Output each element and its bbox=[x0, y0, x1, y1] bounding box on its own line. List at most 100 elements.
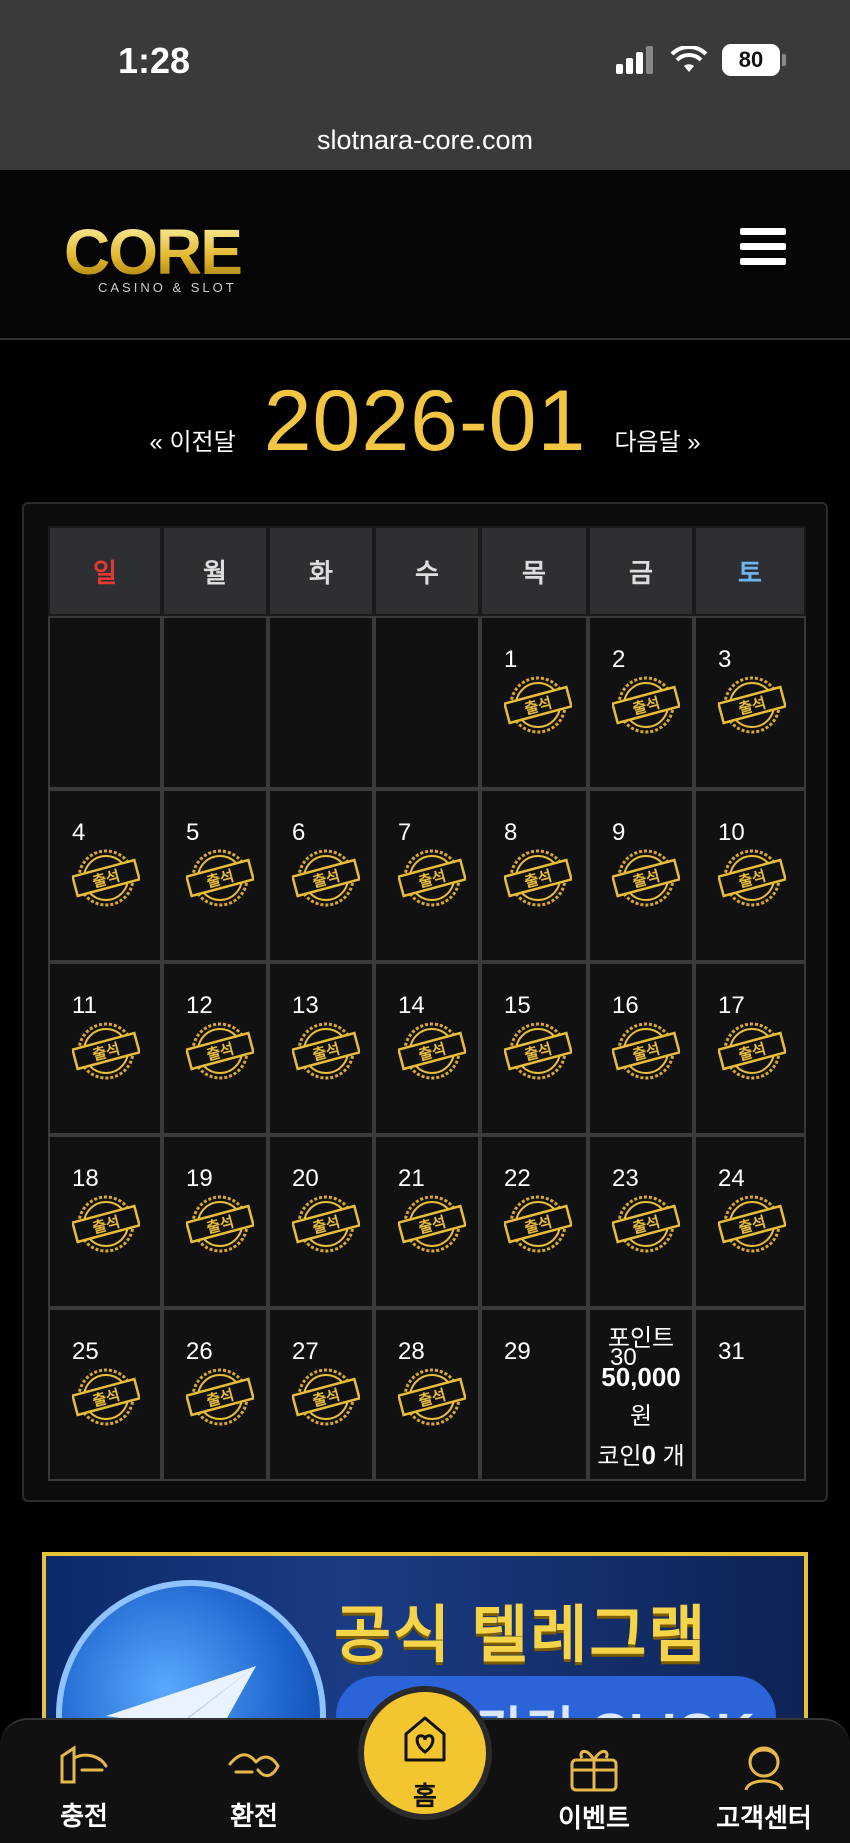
calendar-day-cell[interactable]: 25 출석 bbox=[48, 1308, 162, 1481]
calendar-day-cell[interactable] bbox=[162, 616, 268, 789]
calendar-day-cell[interactable]: 9 출석 bbox=[588, 789, 694, 962]
calendar-day-cell[interactable]: 18 출석 bbox=[48, 1135, 162, 1308]
banner-title: 공식 텔레그램 bbox=[334, 1601, 708, 1670]
day-number: 4 bbox=[72, 819, 86, 846]
calendar-day-cell[interactable]: 28 출석 bbox=[374, 1308, 480, 1481]
day-number: 26 bbox=[186, 1338, 213, 1365]
day-number: 9 bbox=[612, 819, 626, 846]
menu-icon[interactable] bbox=[740, 228, 786, 268]
day-number: 28 bbox=[398, 1338, 425, 1365]
calendar-day-cell[interactable] bbox=[48, 616, 162, 789]
bonus-points-label: 포인트 bbox=[607, 1325, 675, 1352]
calendar-day-cell[interactable]: 12 출석 bbox=[162, 962, 268, 1135]
calendar-day-cell[interactable]: 17 출석 bbox=[694, 962, 806, 1135]
day-number: 21 bbox=[398, 1165, 425, 1192]
day-number: 15 bbox=[504, 992, 531, 1019]
calendar-day-cell[interactable]: 20 출석 bbox=[268, 1135, 374, 1308]
day-number: 16 bbox=[612, 992, 639, 1019]
prev-month-link[interactable]: « 이전달 bbox=[149, 422, 235, 457]
headset-icon bbox=[744, 1746, 784, 1791]
calendar-day-cell[interactable]: 6 출석 bbox=[268, 789, 374, 962]
calendar-week-row: 18 출석 19 출석 20 출석 21 출석 22 출석 23 출석 24 출석 bbox=[48, 1135, 806, 1308]
next-month-link[interactable]: 다음달 » bbox=[614, 422, 700, 457]
calendar-day-cell[interactable]: 11 출석 bbox=[48, 962, 162, 1135]
day-number: 2 bbox=[612, 646, 626, 673]
calendar-day-cell[interactable]: 3 출석 bbox=[694, 616, 806, 789]
day-number: 19 bbox=[186, 1165, 213, 1192]
day-number: 20 bbox=[292, 1165, 319, 1192]
calendar-day-cell[interactable]: 1 출석 bbox=[480, 616, 588, 789]
calendar-week-row: 11 출석 12 출석 13 출석 14 출석 15 출석 16 출석 17 출석 bbox=[48, 962, 806, 1135]
calendar-day-cell[interactable]: 30 포인트 50,000 원 코인0 개 bbox=[588, 1308, 694, 1481]
day-number: 22 bbox=[504, 1165, 531, 1192]
tab-home[interactable]: 홈 bbox=[358, 1686, 492, 1820]
day-number: 10 bbox=[718, 819, 745, 846]
calendar-day-cell[interactable]: 14 출석 bbox=[374, 962, 480, 1135]
calendar-day-cell[interactable]: 26 출석 bbox=[162, 1308, 268, 1481]
attendance-stamp-icon: 출석 bbox=[502, 1020, 574, 1082]
attendance-stamp-icon: 출석 bbox=[502, 1193, 574, 1255]
attendance-stamp-icon: 출석 bbox=[184, 1193, 256, 1255]
calendar-day-cell[interactable]: 19 출석 bbox=[162, 1135, 268, 1308]
day-number: 29 bbox=[504, 1338, 531, 1365]
calendar-day-cell[interactable]: 21 출석 bbox=[374, 1135, 480, 1308]
attendance-stamp-icon: 출석 bbox=[70, 1020, 142, 1082]
attendance-stamp-icon: 출석 bbox=[610, 847, 682, 909]
calendar-day-cell[interactable]: 4 출석 bbox=[48, 789, 162, 962]
bonus-reward: 포인트 50,000 원 코인0 개 bbox=[590, 1320, 692, 1476]
day-number: 23 bbox=[612, 1165, 639, 1192]
calendar-day-cell[interactable]: 24 출석 bbox=[694, 1135, 806, 1308]
weekday-header-cell: 금 bbox=[588, 526, 694, 616]
day-number: 14 bbox=[398, 992, 425, 1019]
calendar-day-cell[interactable]: 27 출석 bbox=[268, 1308, 374, 1481]
weekday-header-cell: 수 bbox=[374, 526, 480, 616]
calendar-day-cell[interactable]: 7 출석 bbox=[374, 789, 480, 962]
attendance-stamp-icon: 출석 bbox=[70, 847, 142, 909]
bonus-points-value: 50,000 bbox=[601, 1362, 681, 1392]
weekday-header-cell: 화 bbox=[268, 526, 374, 616]
calendar-day-cell[interactable] bbox=[268, 616, 374, 789]
address-bar[interactable]: slotnara-core.com bbox=[0, 125, 850, 156]
status-icons: 80 bbox=[616, 44, 786, 76]
tab-charge[interactable]: 충전 bbox=[24, 1742, 144, 1833]
tab-exchange[interactable]: 환전 bbox=[194, 1742, 314, 1833]
calendar-week-row: 1 출석 2 출석 3 출석 bbox=[48, 616, 806, 789]
day-number: 24 bbox=[718, 1165, 745, 1192]
clock: 1:28 bbox=[118, 40, 191, 81]
site-logo[interactable]: CORE CASINO & SLOT bbox=[64, 220, 264, 300]
calendar-day-cell[interactable]: 10 출석 bbox=[694, 789, 806, 962]
exchange-icon bbox=[228, 1753, 280, 1777]
day-number: 25 bbox=[72, 1338, 99, 1365]
attendance-stamp-icon: 출석 bbox=[184, 1366, 256, 1428]
bonus-coins: 코인0 개 bbox=[597, 1440, 685, 1470]
calendar-day-cell[interactable]: 5 출석 bbox=[162, 789, 268, 962]
calendar-day-cell[interactable]: 29 bbox=[480, 1308, 588, 1481]
attendance-stamp-icon: 출석 bbox=[70, 1366, 142, 1428]
calendar-week-row: 25 출석 26 출석 27 출석 28 출석 29 30 포인트 50,000 원 코인0 개 31 bbox=[48, 1308, 806, 1481]
signal-icon bbox=[616, 46, 653, 74]
attendance-stamp-icon: 출석 bbox=[716, 674, 788, 736]
attendance-stamp-icon: 출석 bbox=[396, 1193, 468, 1255]
weekday-header: 일월화수목금토 bbox=[48, 526, 806, 616]
calendar-day-cell[interactable]: 2 출석 bbox=[588, 616, 694, 789]
day-number: 11 bbox=[72, 992, 97, 1019]
calendar-day-cell[interactable] bbox=[374, 616, 480, 789]
calendar-day-cell[interactable]: 31 bbox=[694, 1308, 806, 1481]
attendance-stamp-icon: 출석 bbox=[396, 847, 468, 909]
calendar-day-cell[interactable]: 13 출석 bbox=[268, 962, 374, 1135]
tab-event[interactable]: 이벤트 bbox=[534, 1742, 654, 1835]
calendar-day-cell[interactable]: 8 출석 bbox=[480, 789, 588, 962]
calendar-day-cell[interactable]: 23 출석 bbox=[588, 1135, 694, 1308]
weekday-header-cell: 월 bbox=[162, 526, 268, 616]
calendar-day-cell[interactable]: 22 출석 bbox=[480, 1135, 588, 1308]
attendance-stamp-icon: 출석 bbox=[610, 1020, 682, 1082]
calendar-day-cell[interactable]: 16 출석 bbox=[588, 962, 694, 1135]
attendance-stamp-icon: 출석 bbox=[290, 847, 362, 909]
tab-support[interactable]: 고객센터 bbox=[704, 1742, 824, 1835]
attendance-stamp-icon: 출석 bbox=[184, 1020, 256, 1082]
weekday-header-cell: 일 bbox=[48, 526, 162, 616]
month-title: 2026-01 bbox=[263, 373, 587, 469]
day-number: 8 bbox=[504, 819, 518, 846]
calendar-day-cell[interactable]: 15 출석 bbox=[480, 962, 588, 1135]
gift-icon bbox=[570, 1750, 618, 1792]
